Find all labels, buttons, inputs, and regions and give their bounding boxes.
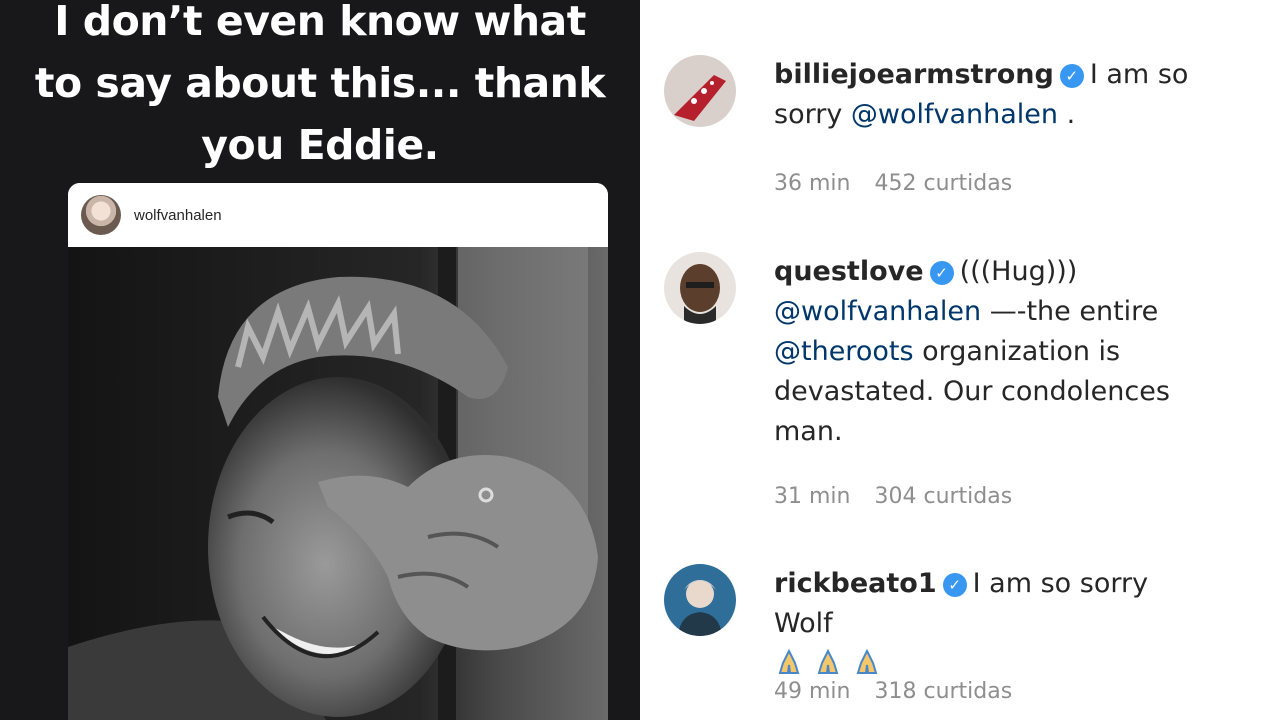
avatar[interactable] <box>81 195 121 235</box>
verified-badge-icon: ✓ <box>929 261 954 285</box>
story-panel: I don’t even know what to say about this… <box>0 0 640 720</box>
mention-link[interactable]: @theroots <box>774 336 914 367</box>
portrait-photo <box>68 247 608 720</box>
comment-time: 36 min <box>774 171 851 196</box>
person-avatar-image <box>664 564 736 636</box>
person-avatar-image <box>664 252 736 324</box>
comment-meta: 31 min 304 curtidas <box>774 484 1012 509</box>
mention-link[interactable]: @wolfvanhalen <box>851 99 1058 130</box>
caption-line: to say about this... thank <box>34 59 606 107</box>
comment-username[interactable]: billiejoearmstrong <box>774 59 1054 90</box>
comment-text-part: (((Hug))) <box>959 256 1078 287</box>
comment-meta: 36 min 452 curtidas <box>774 171 1012 196</box>
post-header: wolfvanhalen <box>68 183 608 247</box>
verified-badge-icon: ✓ <box>1059 64 1084 88</box>
comment-username[interactable]: questlove <box>774 256 924 287</box>
comment-likes[interactable]: 452 curtidas <box>874 171 1012 196</box>
comment-likes[interactable]: 304 curtidas <box>874 484 1012 509</box>
comment-text: rickbeato1 ✓ I am so sorry Wolf <box>774 564 1214 684</box>
comment-username[interactable]: rickbeato1 <box>774 568 937 599</box>
caption-line: I don’t even know what <box>54 0 586 45</box>
comment-text: questlove ✓ (((Hug))) @wolfvanhalen —-the e… <box>774 252 1214 452</box>
avatar[interactable] <box>664 564 736 636</box>
post-username[interactable]: wolfvanhalen <box>134 207 222 224</box>
caption-line: you Eddie. <box>201 121 439 169</box>
folded-hands-icon <box>813 647 843 677</box>
comment-likes[interactable]: 318 curtidas <box>874 679 1012 704</box>
comment-time: 31 min <box>774 484 851 509</box>
comment-text-part: . <box>1058 99 1076 130</box>
post-photo[interactable] <box>68 247 608 720</box>
shared-post-card[interactable]: wolfvanhalen <box>68 183 608 720</box>
folded-hands-icon <box>774 647 804 677</box>
verified-badge-icon: ✓ <box>942 573 967 597</box>
comment-text-part: —-the entire <box>981 296 1159 327</box>
guitar-avatar-image <box>664 55 736 127</box>
mention-link[interactable]: @wolfvanhalen <box>774 296 981 327</box>
comment-text: billiejoearmstrong ✓ I am so sorry @wolfva… <box>774 55 1214 135</box>
avatar[interactable] <box>664 55 736 127</box>
folded-hands-icon <box>852 647 882 677</box>
story-caption: I don’t even know what to say about this… <box>0 0 640 176</box>
comment-time: 49 min <box>774 679 851 704</box>
comments-panel: billiejoearmstrong ✓ I am so sorry @wolfva… <box>640 0 1280 720</box>
comment-meta: 49 min 318 curtidas <box>774 679 1012 704</box>
avatar[interactable] <box>664 252 736 324</box>
